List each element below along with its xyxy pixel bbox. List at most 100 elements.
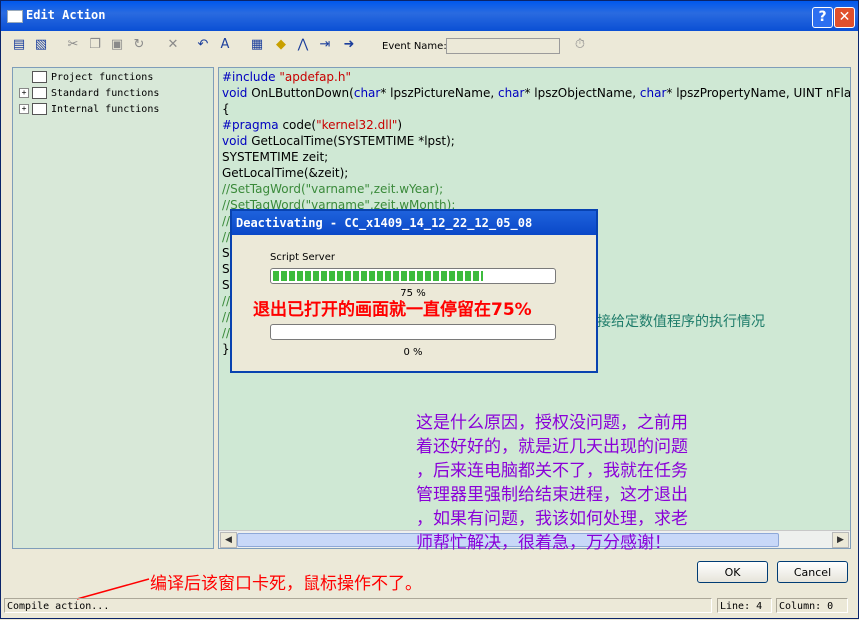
code-token: char: [353, 86, 381, 100]
tree-item-internal-functions[interactable]: + Internal functions: [19, 103, 159, 117]
code-token: "apdefap.h": [279, 70, 351, 84]
code-line: S: [222, 262, 230, 276]
code-token: //: [222, 310, 231, 324]
replace-icon[interactable]: ↻: [131, 37, 147, 53]
object-icon[interactable]: ◆: [273, 37, 289, 53]
expand-icon[interactable]: +: [19, 104, 29, 114]
event-name-field[interactable]: [446, 38, 560, 54]
code-line: #pragma code("kernel32.dll"): [222, 118, 402, 132]
code-line: void GetLocalTime(SYSTEMTIME *lpst);: [222, 134, 455, 148]
code-token: * lpszPropertyName, UINT nFlag: [666, 86, 851, 100]
status-column: Column: 0: [776, 598, 848, 613]
ok-button[interactable]: OK: [697, 561, 768, 583]
code-token: code(: [282, 118, 317, 132]
code-token: S: [222, 262, 230, 276]
code-token: void: [222, 134, 252, 148]
compile-all-icon[interactable]: ▧: [33, 37, 49, 53]
progress-text-2: 0 %: [403, 347, 423, 358]
tag-icon[interactable]: ⋀: [295, 37, 311, 53]
code-line: S: [222, 278, 230, 292]
annotation-purple-text: 这是什么原因，授权没问题，之前用 着还好好的，就是近几天出现的问题 ，后来连电脑…: [416, 411, 774, 555]
close-button[interactable]: ✕: [834, 7, 855, 28]
delete-icon[interactable]: ✕: [165, 37, 181, 53]
code-token: SYSTEMTIME zeit;: [222, 150, 329, 164]
code-token: #pragma: [222, 118, 283, 132]
progress-bar-2: [270, 324, 556, 340]
status-line: Line: 4: [717, 598, 772, 613]
scroll-right-icon[interactable]: ▶: [832, 532, 849, 548]
status-bar: Compile action... Line: 4 Column: 0: [4, 598, 856, 615]
cut-icon[interactable]: ✂: [65, 37, 81, 53]
export-icon[interactable]: ⇥: [317, 37, 333, 53]
code-token: }: [222, 342, 230, 356]
code-token: S: [222, 278, 230, 292]
progress-fill-1: [273, 271, 483, 281]
dialog-title-bar[interactable]: Deactivating - CC_x1409_14_12_22_12_05_0…: [232, 211, 596, 235]
code-line: void OnLButtonDown(char* lpszPictureName…: [222, 86, 851, 100]
annotation-bottom-text: 编译后该窗口卡死，鼠标操作不了。: [150, 574, 422, 594]
compile-icon[interactable]: ▤: [11, 37, 27, 53]
annotation-red-text: 退出已打开的画面就一直停留在75%: [253, 300, 532, 320]
code-line: //: [222, 230, 230, 244]
annotation-line: ，后来连电脑都关不了，我就在任务: [416, 461, 688, 481]
progress-bar-1: [270, 268, 556, 284]
tree-item-project-functions[interactable]: Project functions: [19, 71, 153, 85]
function-tree: Project functions + Standard functions + I…: [12, 67, 214, 549]
event-name-label: Event Name:: [382, 41, 447, 52]
code-token: ): [397, 118, 403, 132]
window-title: Edit Action: [26, 8, 106, 22]
code-token: {: [222, 102, 230, 116]
undo-icon[interactable]: ↶: [195, 37, 211, 53]
code-line: //: [222, 326, 230, 340]
script-server-label: Script Server: [270, 252, 335, 263]
help-button[interactable]: ?: [812, 7, 833, 28]
font-icon[interactable]: A: [217, 37, 233, 53]
scroll-left-icon[interactable]: ◀: [220, 532, 237, 548]
code-token: OnLButtonDown(: [251, 86, 354, 100]
code-line: SYSTEMTIME zeit;: [222, 150, 328, 164]
cancel-button[interactable]: Cancel: [777, 561, 848, 583]
code-token: //SetTagWord("varname",zeit.wYear);: [222, 182, 444, 196]
run-icon[interactable]: ➜: [341, 37, 357, 53]
annotation-green-text: 接给定数值程序的执行情况: [597, 314, 765, 330]
dialog-title: Deactivating - CC_x1409_14_12_22_12_05_0…: [236, 216, 533, 230]
code-token: "kernel32.dll": [316, 118, 398, 132]
copy-icon[interactable]: ❐: [87, 37, 103, 53]
import-icon[interactable]: ▦: [249, 37, 265, 53]
trigger-icon[interactable]: ⏱: [572, 37, 588, 53]
code-line: //: [222, 294, 230, 308]
code-token: char: [639, 86, 667, 100]
tree-item-standard-functions[interactable]: + Standard functions: [19, 87, 159, 101]
code-line: S: [222, 246, 230, 260]
folder-icon: [32, 87, 47, 99]
edit-action-window: Edit Action ? ✕ ▤ ▧ ✂ ❐ ▣ ↻ ✕ ↶ A ▦ ◆ ⋀ …: [0, 0, 859, 619]
code-line: #include "apdefap.h": [222, 70, 351, 84]
status-message: Compile action...: [4, 598, 712, 613]
code-token: //: [222, 230, 231, 244]
title-bar[interactable]: Edit Action ? ✕: [1, 1, 858, 31]
code-line: //: [222, 214, 230, 228]
code-token: * lpszObjectName,: [524, 86, 640, 100]
code-token: GetLocalTime(&zeit);: [222, 166, 349, 180]
folder-icon: [32, 71, 47, 83]
code-line: //: [222, 310, 230, 324]
annotation-line: 管理器里强制给结束进程，这才退出: [416, 485, 688, 505]
annotation-line: 着还好好的，就是近几天出现的问题: [416, 437, 688, 457]
code-line: //SetTagWord("varname",zeit.wYear);: [222, 182, 443, 196]
window-icon: [7, 10, 23, 23]
tree-item-label: Standard functions: [51, 88, 160, 99]
folder-icon: [32, 103, 47, 115]
code-token: char: [497, 86, 525, 100]
tree-item-label: Project functions: [51, 72, 154, 83]
deactivating-dialog: Deactivating - CC_x1409_14_12_22_12_05_0…: [230, 209, 598, 373]
annotation-line: 师帮忙解决，很着急，万分感谢！: [416, 533, 671, 553]
code-token: void: [222, 86, 252, 100]
code-token: //: [222, 214, 231, 228]
tree-item-label: Internal functions: [51, 104, 160, 115]
code-token: * lpszPictureName,: [380, 86, 498, 100]
expand-icon[interactable]: +: [19, 88, 29, 98]
paste-icon[interactable]: ▣: [109, 37, 125, 53]
annotation-line: 这是什么原因，授权没问题，之前用: [416, 413, 688, 433]
code-token: GetLocalTime(SYSTEMTIME *lpst);: [251, 134, 455, 148]
code-token: //: [222, 326, 231, 340]
